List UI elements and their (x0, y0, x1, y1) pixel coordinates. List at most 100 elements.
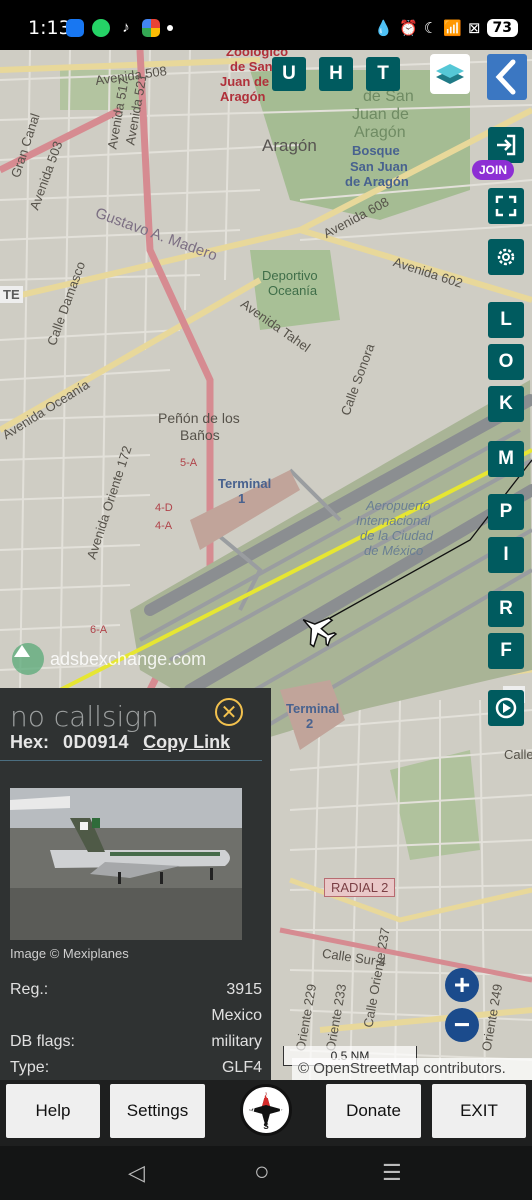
map-label: Juan de (352, 106, 409, 123)
map-label: Aragón (262, 136, 317, 155)
map-label: de la Ciudad (360, 528, 433, 543)
compass-w: W (247, 1106, 255, 1115)
copy-link[interactable]: Copy Link (143, 732, 230, 752)
reg-value: 3915 (226, 981, 262, 998)
close-icon: ✕ (220, 701, 238, 724)
hex-line: Hex: 0D0914 Copy Link (10, 732, 230, 753)
chevron-left-icon (495, 59, 516, 95)
map-label: Terminal (286, 701, 340, 716)
map-label: Aragón (354, 124, 406, 141)
map-label: Internacional (356, 513, 431, 528)
toolbar-t-button[interactable]: T (366, 57, 400, 91)
compass-s: S (263, 1122, 269, 1131)
map-label: Deportivo (262, 268, 318, 283)
gear-icon (497, 248, 515, 266)
map-label: 1 (238, 491, 246, 506)
toolbar-m-button[interactable]: M (488, 441, 524, 477)
replay-button[interactable] (488, 690, 524, 726)
system-nav-bar: ◁ ○ ☰ (0, 1146, 532, 1200)
toolbar-r-button[interactable]: R (488, 591, 524, 627)
collapse-panel-button[interactable] (487, 54, 527, 100)
wifi-icon: 📶 (443, 19, 462, 37)
map-label: Terminal (218, 476, 272, 491)
toolbar-k-button[interactable]: K (488, 386, 524, 422)
zoom-in-button[interactable]: + (445, 968, 479, 1002)
hex-label: Hex: (10, 732, 50, 752)
fullscreen-icon (495, 195, 517, 217)
hex-value: 0D0914 (63, 732, 130, 752)
google-photos-icon (142, 19, 160, 37)
map-label: Aeropuerto (366, 498, 431, 513)
type-value: GLF4 (221, 1059, 262, 1076)
watermark: adsbexchange.com (12, 643, 206, 675)
layers-icon (436, 64, 464, 84)
whatsapp-icon (92, 19, 110, 37)
dbflags-label: DB flags: (10, 1033, 75, 1050)
nav-back-button[interactable]: ◁ (128, 1160, 145, 1186)
map-label: 2 (306, 716, 314, 731)
compass-icon: N S E W (247, 1091, 285, 1131)
compass-button[interactable]: N S E W (240, 1084, 292, 1136)
donate-button[interactable]: Donate (326, 1084, 421, 1138)
watermark-text: adsbexchange.com (50, 648, 207, 669)
toolbar-u-button[interactable]: U (272, 57, 306, 91)
compass-n: N (263, 1091, 269, 1100)
moon-icon: ☾ (423, 19, 438, 37)
nav-recents-button[interactable]: ☰ (382, 1160, 402, 1186)
nav-home-button[interactable]: ○ (254, 1156, 270, 1187)
map-label: RADIAL 2 (324, 878, 396, 897)
toolbar-l-button[interactable]: L (488, 302, 524, 338)
aircraft-photo-image (10, 788, 242, 940)
photo-credit: Image © Mexiplanes (10, 946, 129, 961)
map-label: 4-A (155, 520, 173, 532)
map-label: San Juan (350, 159, 408, 174)
map-attribution[interactable]: © OpenStreetMap contributors. (292, 1058, 532, 1080)
settings-gear-button[interactable] (488, 239, 524, 275)
join-badge[interactable]: JOIN (472, 160, 514, 180)
toolbar-o-button[interactable]: O (488, 344, 524, 380)
adsbexchange-logo-icon (12, 643, 44, 675)
type-label: Type: (10, 1059, 50, 1076)
messenger-icon (66, 19, 84, 37)
tiktok-icon: ♪ (117, 19, 135, 37)
close-panel-button[interactable]: ✕ (215, 698, 243, 726)
map-label: Bosque (352, 143, 400, 158)
water-drop-icon: 💧 (374, 19, 394, 37)
dbflags-value: military (211, 1033, 262, 1050)
map-label: Calle (504, 747, 532, 762)
settings-button[interactable]: Settings (110, 1084, 205, 1138)
x-icon: ⊠ (467, 19, 481, 37)
panel-divider (0, 760, 262, 761)
login-button[interactable] (488, 127, 524, 163)
dot-icon (167, 25, 173, 31)
fullscreen-button[interactable] (488, 188, 524, 224)
battery-indicator: 73 (486, 19, 518, 37)
reg-label: Reg.: (10, 981, 49, 998)
toolbar-f-button[interactable]: F (488, 633, 524, 669)
map-label: Oceanía (268, 283, 318, 298)
toolbar-p-button[interactable]: P (488, 494, 524, 530)
help-button[interactable]: Help (6, 1084, 100, 1138)
country-value: Mexico (211, 1007, 262, 1024)
map-label: de San (230, 59, 273, 74)
zoom-out-button[interactable]: − (445, 1008, 479, 1042)
layers-button[interactable] (430, 54, 470, 94)
compass-e: E (279, 1106, 285, 1115)
status-bar: 1:13 ♪ 💧 ⏰ ☾ 📶 ⊠ 73 (0, 0, 532, 50)
map-label: de México (364, 543, 424, 558)
map-label: de Aragón (345, 174, 409, 189)
toolbar-i-button[interactable]: I (488, 537, 524, 573)
toolbar-h-button[interactable]: H (319, 57, 353, 91)
map-label: Peñón de los (158, 410, 240, 426)
callsign: no callsign (10, 700, 159, 733)
map-label: Aragón (220, 89, 266, 104)
replay-icon (495, 697, 517, 719)
map-label: 5-A (180, 457, 198, 469)
aircraft-photo[interactable] (10, 788, 242, 940)
map-label: 6-A (90, 624, 108, 636)
map-label: TE (0, 286, 23, 303)
map-label: 4-D (155, 502, 173, 514)
exit-button[interactable]: EXIT (432, 1084, 526, 1138)
map-label: Juan de (220, 74, 270, 89)
status-time: 1:13 (28, 17, 71, 39)
